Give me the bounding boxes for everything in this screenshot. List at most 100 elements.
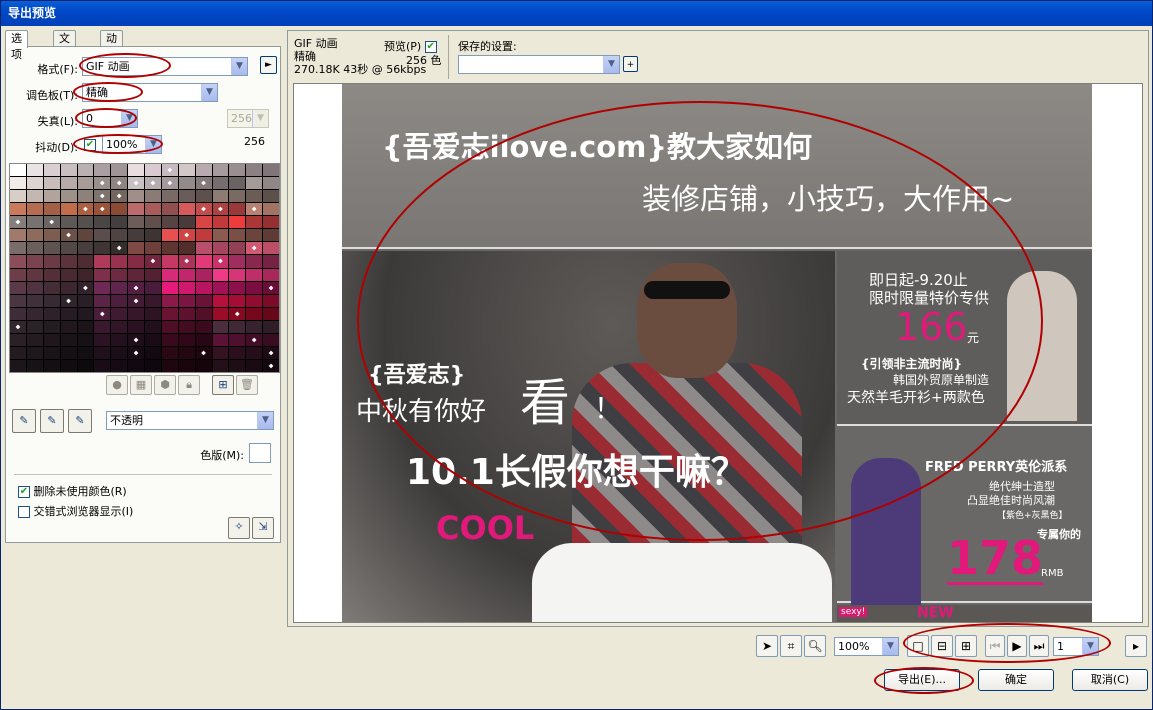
palette-swatch[interactable]: [43, 359, 60, 372]
palette-swatch[interactable]: [77, 294, 94, 307]
palette-swatch[interactable]: [77, 268, 94, 281]
eyedropper-add-icon[interactable]: ✎: [40, 409, 64, 433]
palette-swatch[interactable]: [145, 281, 161, 294]
palette-swatch[interactable]: [60, 307, 77, 320]
palette-swatch[interactable]: [229, 320, 246, 333]
palette-swatch[interactable]: [111, 177, 128, 190]
palette-swatch[interactable]: [263, 359, 279, 372]
single-view-icon[interactable]: □: [907, 635, 929, 657]
palette-swatch[interactable]: [195, 177, 212, 190]
palette-swatch[interactable]: [246, 190, 263, 203]
palette-swatch[interactable]: [26, 216, 43, 229]
palette-swatch[interactable]: [246, 320, 263, 333]
palette-swatch[interactable]: [212, 268, 229, 281]
palette-swatch[interactable]: [77, 229, 94, 242]
tab-animation[interactable]: 动画: [100, 30, 123, 61]
palette-swatch[interactable]: [229, 333, 246, 346]
loss-select[interactable]: 0 ▼: [82, 109, 138, 128]
remove-unused-checkbox[interactable]: ✔: [18, 486, 30, 498]
palette-swatch[interactable]: [195, 203, 212, 216]
palette-swatch[interactable]: [10, 164, 26, 177]
palette-swatch[interactable]: [26, 242, 43, 255]
palette-swatch[interactable]: [263, 346, 279, 359]
palette-swatch[interactable]: [111, 242, 128, 255]
palette-swatch[interactable]: [246, 346, 263, 359]
palette-swatch[interactable]: [10, 229, 26, 242]
palette-swatch[interactable]: [246, 177, 263, 190]
matte-swatch[interactable]: [249, 443, 271, 463]
palette-swatch[interactable]: [161, 333, 178, 346]
palette-swatch[interactable]: [111, 255, 128, 268]
frame-select[interactable]: 1 ▼: [1053, 637, 1099, 656]
palette-swatch[interactable]: [128, 320, 144, 333]
palette-swatch[interactable]: [94, 242, 111, 255]
palette-swatch[interactable]: [43, 190, 60, 203]
palette-swatch[interactable]: [178, 320, 195, 333]
palette-swatch[interactable]: [128, 216, 144, 229]
palette-swatch[interactable]: [246, 242, 263, 255]
palette-swatch[interactable]: [128, 333, 144, 346]
palette-swatch[interactable]: [128, 307, 144, 320]
palette-swatch[interactable]: [10, 307, 26, 320]
palette-swatch[interactable]: [161, 164, 178, 177]
palette-swatch[interactable]: [94, 268, 111, 281]
format-select[interactable]: GIF 动画 ▼: [82, 57, 248, 76]
palette-swatch[interactable]: [263, 177, 279, 190]
image-preview[interactable]: {吾爱志iiove.com}教大家如何 装修店铺，小技巧，大作用~ {吾爱志} …: [293, 83, 1143, 623]
palette-swatch[interactable]: [161, 229, 178, 242]
palette-swatch[interactable]: [111, 190, 128, 203]
palette-swatch[interactable]: [145, 255, 161, 268]
palette-swatch[interactable]: [10, 203, 26, 216]
add-color-icon[interactable]: ⊞: [212, 375, 234, 395]
ok-button[interactable]: 确定: [978, 669, 1054, 691]
palette-swatch[interactable]: [212, 203, 229, 216]
palette-swatch[interactable]: [178, 281, 195, 294]
palette-swatch[interactable]: [161, 359, 178, 372]
palette-swatch[interactable]: [26, 203, 43, 216]
dither-checkbox[interactable]: ✔: [84, 139, 96, 151]
palette-swatch[interactable]: [43, 177, 60, 190]
palette-swatch[interactable]: [111, 164, 128, 177]
palette-select[interactable]: 精确 ▼: [82, 83, 218, 102]
palette-swatch[interactable]: [60, 203, 77, 216]
palette-swatch[interactable]: [195, 242, 212, 255]
palette-swatch[interactable]: [246, 281, 263, 294]
palette-swatch[interactable]: [94, 203, 111, 216]
play-icon[interactable]: ▶: [1007, 635, 1027, 657]
palette-swatch[interactable]: [10, 255, 26, 268]
palette-swatch[interactable]: [10, 216, 26, 229]
palette-swatch[interactable]: [145, 320, 161, 333]
palette-swatch[interactable]: [94, 281, 111, 294]
palette-swatch[interactable]: [229, 242, 246, 255]
palette-swatch[interactable]: [263, 203, 279, 216]
palette-swatch[interactable]: [128, 281, 144, 294]
palette-swatch[interactable]: [263, 164, 279, 177]
palette-swatch[interactable]: [77, 216, 94, 229]
palette-swatch[interactable]: [195, 359, 212, 372]
palette-swatch[interactable]: [128, 359, 144, 372]
palette-swatch[interactable]: [145, 359, 161, 372]
format-options-button[interactable]: ►: [260, 56, 277, 74]
palette-swatch[interactable]: [263, 307, 279, 320]
palette-swatch[interactable]: [10, 359, 26, 372]
palette-swatch[interactable]: [10, 281, 26, 294]
last-frame-icon[interactable]: ⏭: [1029, 635, 1049, 657]
cancel-button[interactable]: 取消(C): [1072, 669, 1148, 691]
export-button[interactable]: 导出(E)...: [884, 669, 960, 691]
palette-swatch[interactable]: [26, 307, 43, 320]
palette-swatch[interactable]: [263, 255, 279, 268]
palette-swatch[interactable]: [60, 320, 77, 333]
palette-swatch[interactable]: [178, 255, 195, 268]
palette-swatch[interactable]: [246, 216, 263, 229]
palette-swatch[interactable]: [77, 203, 94, 216]
palette-swatch[interactable]: [26, 177, 43, 190]
palette-swatch[interactable]: [229, 203, 246, 216]
palette-swatch[interactable]: [212, 216, 229, 229]
palette-swatch[interactable]: [77, 164, 94, 177]
zoom-tool-icon[interactable]: 🔍︎: [804, 635, 826, 657]
palette-swatch[interactable]: [77, 346, 94, 359]
palette-swatch[interactable]: [60, 164, 77, 177]
palette-swatch[interactable]: [229, 281, 246, 294]
palette-swatch[interactable]: [26, 255, 43, 268]
two-up-view-icon[interactable]: ⊟: [931, 635, 953, 657]
